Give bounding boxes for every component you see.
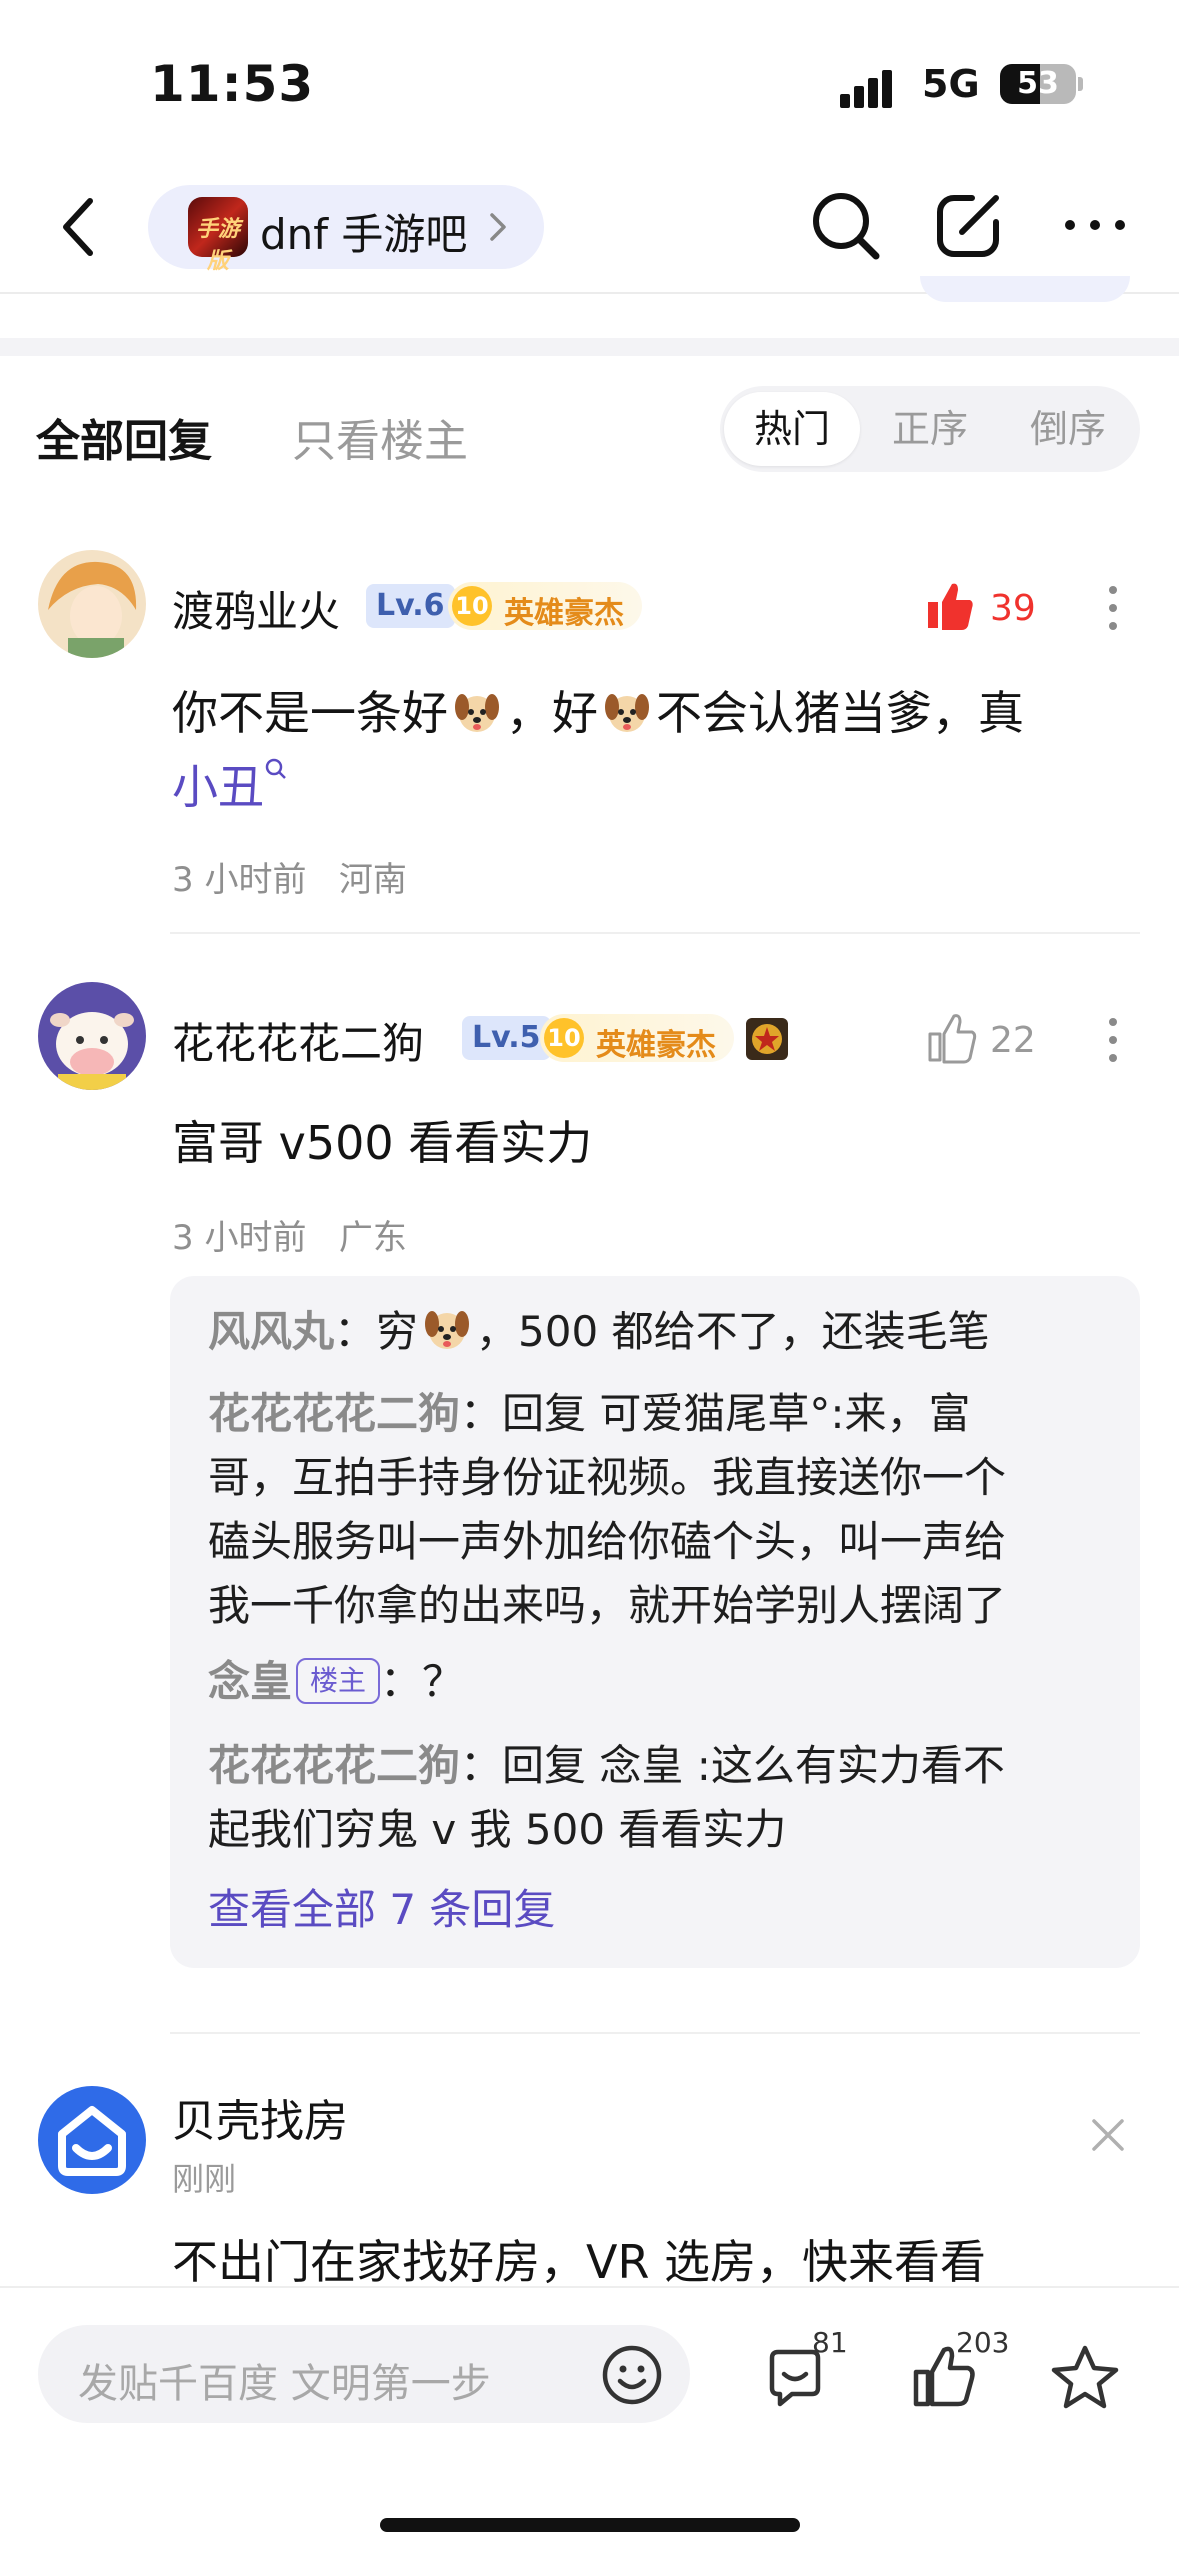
forum-chip[interactable]: 手游版 dnf 手游吧 <box>148 185 544 274</box>
more-icon[interactable] <box>1062 210 1128 240</box>
battery-level: 53 <box>1017 66 1059 101</box>
medal-icon <box>746 1018 788 1060</box>
more-options-icon[interactable] <box>1107 1012 1119 1072</box>
comment-location: 广东 <box>338 1218 407 1258</box>
sub-reply[interactable]: 风风丸：穷 ，500 都给不了，还装毛笔 <box>208 1300 1108 1364</box>
username[interactable]: 花花花花二狗 <box>172 1010 424 1071</box>
emoji-icon[interactable] <box>600 2343 664 2407</box>
owner-tag: 楼主 <box>296 1658 381 1704</box>
battery-tip <box>1078 77 1083 91</box>
ad-time: 刚刚 <box>172 2160 237 2198</box>
sub-reply[interactable]: 花花花花二狗：回复 可爱猫尾草°:来，富 哥，互拍手持身份证视频。我直接送你一个… <box>208 1382 1108 1638</box>
dog-emoji-icon <box>425 1311 470 1349</box>
level-badge: Lv.6 <box>366 584 455 628</box>
compose-input[interactable]: 发贴千百度 文明第一步 <box>38 2325 690 2423</box>
edit-icon[interactable] <box>932 188 1006 262</box>
search-small-icon <box>265 758 286 779</box>
keyword-link[interactable]: 小丑 <box>172 760 264 814</box>
sub-replies-panel: 风风丸：穷 ，500 都给不了，还装毛笔 花花花花二狗：回复 可爱猫尾草°:来，富… <box>170 1276 1140 1968</box>
sub-reply[interactable]: 念皇 楼主：？ <box>208 1650 1108 1714</box>
comment-time: 3 小时前 <box>172 860 307 900</box>
star-icon[interactable] <box>1050 2342 1120 2412</box>
view-all-replies-link[interactable]: 查看全部 7 条回复 <box>208 1876 555 1937</box>
comment-text: 富哥 v500 看看实力 <box>172 1116 593 1170</box>
sort-toggle: 热门 正序 倒序 <box>720 386 1140 472</box>
row-divider <box>170 2032 1140 2034</box>
more-options-icon[interactable] <box>1107 580 1119 640</box>
bottom-bar: 发贴千百度 文明第一步 81 203 <box>0 2286 1179 2558</box>
status-time: 11:53 <box>150 55 315 113</box>
sub-reply-author[interactable]: 花花花花二狗 <box>208 1741 460 1790</box>
sort-descending[interactable]: 倒序 <box>1000 392 1136 466</box>
like-count: 22 <box>990 1020 1036 1061</box>
tab-all-replies[interactable]: 全部回复 <box>36 405 212 469</box>
home-indicator <box>380 2518 800 2532</box>
thumbs-up-icon[interactable] <box>926 1012 978 1064</box>
avatar[interactable] <box>38 982 146 1090</box>
sub-reply-author[interactable]: 风风丸 <box>208 1307 334 1356</box>
username[interactable]: 渡鸦业火 <box>172 578 340 639</box>
compose-placeholder: 发贴千百度 文明第一步 <box>78 2361 491 2407</box>
avatar[interactable] <box>38 550 146 658</box>
dog-emoji-icon <box>605 694 649 732</box>
hero-badge: 10 英雄豪杰 <box>448 582 642 631</box>
like-count: 39 <box>990 588 1036 629</box>
sub-reply-author[interactable]: 念皇 <box>208 1657 292 1706</box>
hero-badge: 10 英雄豪杰 <box>540 1014 734 1063</box>
comment-meta: 3 小时前 河南 <box>172 852 407 901</box>
sub-reply[interactable]: 花花花花二狗：回复 念皇 :这么有实力看不 起我们穷鬼 v 我 500 看看实力 <box>208 1734 1108 1862</box>
comment-text: 你不是一条好 ，好 不会认猪当爹，真 小丑 <box>172 686 1024 814</box>
section-divider <box>0 338 1179 356</box>
ad-text[interactable]: 不出门在家找好房，VR 选房，快来看看 <box>172 2226 986 2292</box>
scroll-peek <box>920 276 1130 302</box>
forum-name: dnf 手游吧 <box>260 210 468 259</box>
tab-owner-only[interactable]: 只看楼主 <box>292 405 468 469</box>
dog-emoji-icon <box>455 694 499 732</box>
close-icon[interactable] <box>1090 2117 1126 2153</box>
search-icon[interactable] <box>808 188 882 262</box>
comment-count: 81 <box>812 2326 848 2359</box>
forum-logo: 手游版 <box>188 197 248 274</box>
comment-meta: 3 小时前 广东 <box>172 1210 407 1259</box>
signal-icon <box>840 68 900 108</box>
battery-icon: 53 <box>1000 64 1076 104</box>
like-total: 203 <box>956 2326 1010 2359</box>
comment-time: 3 小时前 <box>172 1218 307 1258</box>
ad-name[interactable]: 贝壳找房 <box>172 2085 348 2149</box>
sub-reply-author[interactable]: 花花花花二狗 <box>208 1389 460 1438</box>
ad-logo[interactable] <box>38 2086 146 2194</box>
thumbs-up-icon[interactable] <box>924 580 976 632</box>
level-badge: Lv.5 <box>462 1016 551 1060</box>
row-divider <box>170 932 1140 934</box>
sort-ascending[interactable]: 正序 <box>862 392 998 466</box>
chevron-right-icon <box>490 213 506 241</box>
back-icon[interactable] <box>58 195 98 259</box>
sort-hot[interactable]: 热门 <box>724 392 860 466</box>
comment-location: 河南 <box>338 860 407 900</box>
network-type: 5G <box>922 62 980 106</box>
